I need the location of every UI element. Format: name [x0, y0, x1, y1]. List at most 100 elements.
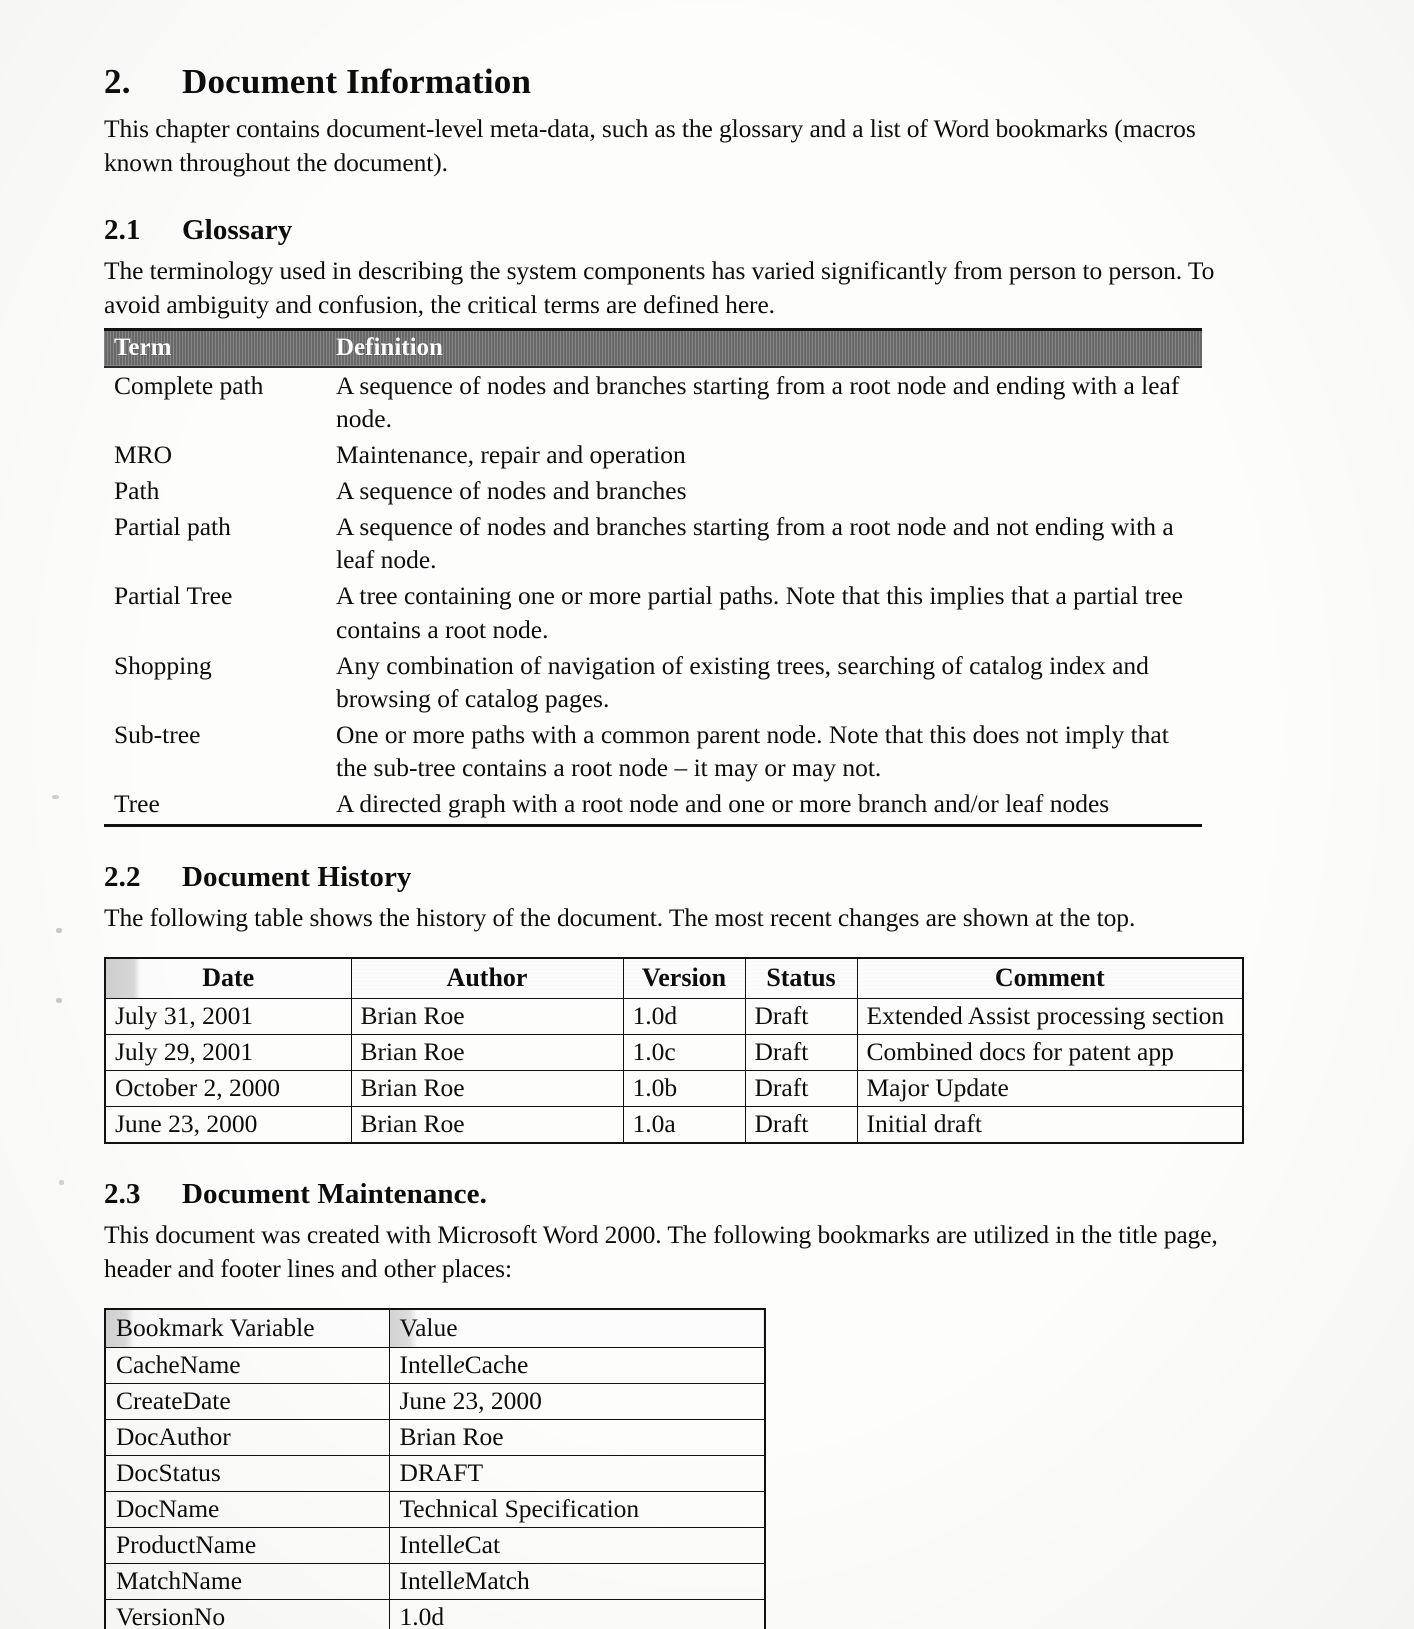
table-row: Tree A directed graph with a root node a… [104, 786, 1202, 828]
glossary-definition: Any combination of navigation of existin… [336, 650, 1149, 713]
history-comment: Extended Assist processing section [856, 998, 1244, 1036]
table-row: Partial Tree A tree containing one or mo… [104, 578, 1202, 647]
section-heading-history: 2.2 Document History [104, 861, 1224, 894]
glossary-definition: A directed graph with a root node and on… [326, 786, 1202, 828]
bookmark-variable: DocName [104, 1491, 390, 1529]
table-row: DocStatus DRAFT [104, 1455, 766, 1493]
section-heading-glossary: 2.1 Glossary [104, 214, 1224, 247]
bookmark-value-italic: e [453, 1566, 465, 1596]
glossary-term: Complete path [114, 370, 264, 400]
glossary-term: MRO [114, 439, 173, 469]
history-author: Brian Roe [350, 1070, 624, 1108]
bookmark-value-pre: Brian Roe [399, 1422, 504, 1452]
glossary-term: Partial path [114, 512, 231, 542]
glossary-definition: A sequence of nodes and branches startin… [336, 512, 1174, 575]
history-column-comment: Comment [856, 957, 1244, 1000]
glossary-definition: Maintenance, repair and operation [336, 439, 686, 469]
table-row: Sub-tree One or more paths with a common… [104, 717, 1202, 786]
history-comment: Initial draft [856, 1106, 1244, 1144]
glossary-definition: A sequence of nodes and branches startin… [336, 370, 1180, 433]
bookmark-value-post: Match [464, 1566, 530, 1596]
history-version: 1.0d [622, 998, 746, 1036]
bookmark-column-value: Value [388, 1308, 766, 1349]
bookmark-variable: DocAuthor [104, 1419, 390, 1457]
scan-speckle [56, 928, 62, 933]
document-page: 2. Document Information This chapter con… [0, 0, 1414, 1629]
glossary-term: Partial Tree [114, 581, 233, 611]
history-date: June 23, 2000 [104, 1106, 352, 1144]
history-status: Draft [744, 998, 858, 1036]
history-version: 1.0a [622, 1106, 746, 1144]
history-column-date: Date [104, 957, 352, 1000]
bookmark-value-pre: Intell [399, 1530, 454, 1560]
bookmark-value-pre: Technical Specification [399, 1494, 640, 1524]
history-column-version: Version [622, 957, 746, 1000]
glossary-term: Sub-tree [114, 720, 201, 750]
bookmark-value-italic: e [453, 1350, 465, 1380]
glossary-definition: A sequence of nodes and branches [336, 476, 687, 506]
scan-speckle [52, 795, 59, 799]
history-status: Draft [744, 1106, 858, 1144]
bookmark-variable: CacheName [104, 1347, 390, 1385]
bookmark-value-pre: June 23, 2000 [399, 1386, 542, 1416]
bookmark-value-pre: 1.0d [399, 1602, 445, 1629]
bookmark-value-post: Cat [464, 1530, 501, 1560]
section-title-maintenance: Document Maintenance. [182, 1178, 487, 1211]
history-author: Brian Roe [350, 1106, 624, 1144]
bookmark-value: DRAFT [388, 1455, 766, 1493]
bookmark-value: 1.0d [388, 1599, 766, 1629]
history-status: Draft [744, 1034, 858, 1072]
glossary-definition: One or more paths with a common parent n… [336, 720, 1169, 783]
bookmark-value-italic: e [453, 1530, 465, 1560]
table-row: MatchName IntelleMatch [104, 1563, 766, 1601]
bookmark-value: Brian Roe [388, 1419, 766, 1457]
bookmark-variable: MatchName [104, 1563, 390, 1601]
history-author: Brian Roe [350, 1034, 624, 1072]
bookmark-variable: ProductName [104, 1527, 390, 1565]
glossary-column-definition: Definition [326, 327, 1202, 368]
table-row: Complete path A sequence of nodes and br… [104, 367, 1202, 437]
glossary-header-row: Term Definition [104, 327, 1202, 368]
table-row: July 29, 2001 Brian Roe 1.0c Draft Combi… [104, 1034, 1244, 1072]
chapter-number: 2. [104, 62, 131, 101]
history-comment: Combined docs for patent app [856, 1034, 1244, 1072]
bookmark-value-pre: Intell [399, 1350, 454, 1380]
table-row: DocAuthor Brian Roe [104, 1419, 766, 1457]
table-row: DocName Technical Specification [104, 1491, 766, 1529]
table-row: MRO Maintenance, repair and operation [104, 437, 1202, 473]
history-intro-paragraph: The following table shows the history of… [104, 903, 1136, 933]
section-heading-maintenance: 2.3 Document Maintenance. [104, 1178, 1224, 1211]
chapter-intro-paragraph: This chapter contains document-level met… [104, 114, 1196, 177]
chapter-heading: 2. Document Information [104, 62, 1224, 102]
glossary-intro-paragraph: The terminology used in describing the s… [104, 255, 1215, 319]
bookmark-table: Bookmark Variable Value CacheName Intell… [104, 1308, 766, 1629]
table-row: October 2, 2000 Brian Roe 1.0b Draft Maj… [104, 1070, 1244, 1108]
scan-speckle [56, 998, 62, 1003]
glossary-term: Shopping [114, 650, 212, 680]
history-header-row: Date Author Version Status Comment [104, 957, 1244, 1000]
bookmark-value: IntelleCache [388, 1347, 766, 1385]
table-row: Shopping Any combination of navigation o… [104, 648, 1202, 717]
bookmark-body: CacheName IntelleCache CreateDate June 2… [104, 1347, 766, 1629]
glossary-term: Tree [104, 786, 326, 828]
glossary-term: Path [114, 476, 160, 506]
bookmark-value: Technical Specification [388, 1491, 766, 1529]
history-date: July 29, 2001 [104, 1034, 352, 1072]
table-row: July 31, 2001 Brian Roe 1.0d Draft Exten… [104, 998, 1244, 1036]
bookmark-value-pre: Intell [399, 1566, 454, 1596]
bookmark-column-variable: Bookmark Variable [104, 1308, 390, 1349]
bookmark-value: IntelleMatch [388, 1563, 766, 1601]
section-number-glossary: 2.1 [104, 213, 141, 246]
bookmark-variable: VersionNo [104, 1599, 390, 1629]
bookmark-variable: DocStatus [104, 1455, 390, 1493]
bookmark-value: June 23, 2000 [388, 1383, 766, 1421]
glossary-column-term: Term [104, 327, 326, 368]
table-row: Partial path A sequence of nodes and bra… [104, 509, 1202, 578]
history-column-author: Author [350, 957, 624, 1000]
glossary-table: Term Definition Complete path A sequence… [104, 327, 1202, 828]
history-date: October 2, 2000 [104, 1070, 352, 1108]
bookmark-value-pre: DRAFT [399, 1458, 484, 1488]
scan-speckle [59, 1180, 64, 1185]
history-status: Draft [744, 1070, 858, 1108]
section-title-history: Document History [182, 861, 412, 894]
